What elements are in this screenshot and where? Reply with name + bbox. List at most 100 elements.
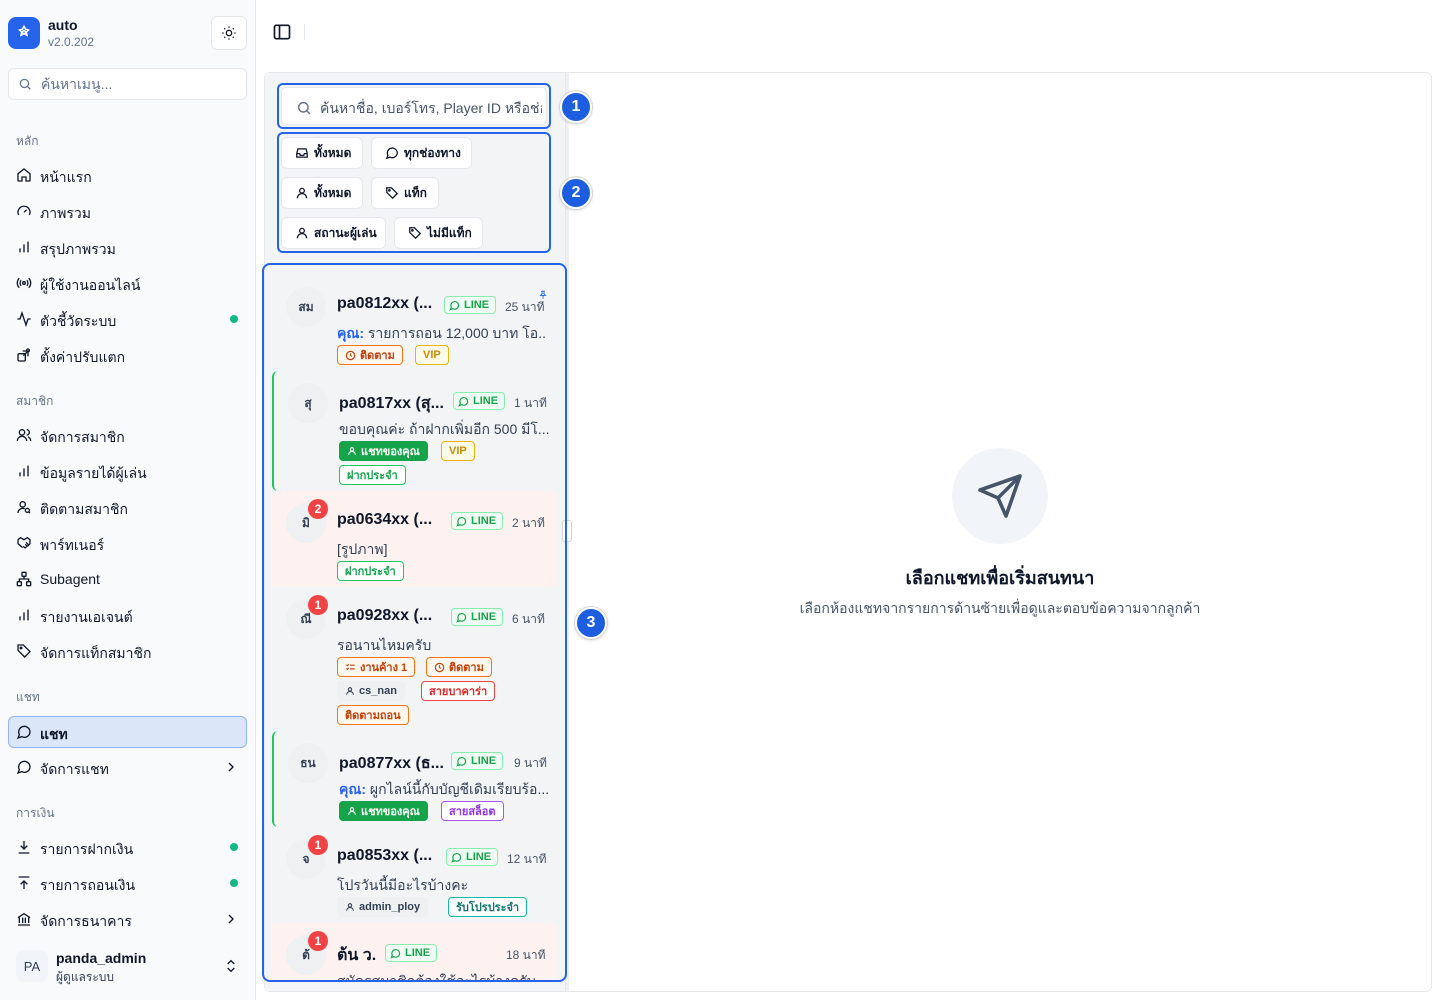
empty-state-illustration: [952, 448, 1048, 544]
filter-channel-button[interactable]: ทุกช่องทาง: [371, 137, 472, 169]
tag-your-chat: แชทของคุณ: [339, 801, 428, 821]
preview-text: รายการถอน 12,000 บาท โอ...: [367, 325, 547, 341]
filter-player-status-button[interactable]: สถานะผู้เล่น: [281, 217, 386, 249]
sidebar-item-banks[interactable]: จัดการธนาคาร: [8, 903, 247, 935]
sidebar-item-partner[interactable]: พาร์ทเนอร์: [8, 527, 247, 559]
tag-icon: [409, 227, 422, 240]
sidebar-item-label: แชท: [40, 726, 68, 742]
sidebar-item-settings[interactable]: ตั้งค่าปรับแตก: [8, 339, 247, 371]
chevrons-up-down-icon: [227, 959, 235, 973]
filter-assignee-button[interactable]: ทั้งหมด: [281, 177, 363, 209]
unread-badge: 2: [308, 499, 328, 519]
sidebar-item-subagent[interactable]: Subagent: [8, 563, 247, 595]
user-icon: [348, 807, 356, 815]
chevron-right-icon: [228, 914, 234, 924]
chat-list-item[interactable]: จ 1 pa0853xx (... LINE 12 นาที โปรวันนี้…: [272, 827, 557, 923]
tag-regular-deposit: ฝากประจำ: [337, 561, 404, 581]
chat-list-item[interactable]: ธน pa0877xx (ธ... LINE 9 นาที คุณ: ผูกไล…: [272, 731, 557, 827]
avatar: ธน: [288, 743, 328, 783]
sidebar-item-label: จัดการแท็กสมาชิก: [40, 645, 152, 661]
sidebar-item-label: จัดการธนาคาร: [40, 913, 132, 929]
search-icon: [297, 101, 311, 115]
sidebar-item-manage-chat[interactable]: จัดการแชท: [8, 751, 247, 783]
chat-list-item[interactable]: ต้ 1 ต้น ว. LINE 18 นาที สมัครสมาชิกต้อง…: [272, 923, 557, 980]
tag-follow-withdraw: ติดตามถอน: [337, 705, 409, 725]
sidebar-item-player-income[interactable]: ข้อมูลรายได้ผู้เล่น: [8, 455, 247, 487]
sidebar-item-agent-report[interactable]: รายงานเอเจนต์: [8, 599, 247, 631]
section-title-main: หลัก: [16, 134, 39, 148]
preview-text: ผูกไลน์นี้กับบัญชีเดิมเรียบร้อ...: [369, 781, 549, 797]
filter-label: ทั้งหมด: [314, 185, 352, 200]
toolbar-separator: [304, 24, 305, 40]
chat-list-item[interactable]: สุ pa0817xx (สุ... LINE 1 นาที ขอบคุณค่ะ…: [272, 371, 557, 491]
user-name: panda_admin: [56, 950, 147, 966]
chat-name: pa0928xx (...: [337, 607, 433, 624]
user-search-icon: [17, 501, 31, 514]
message-circle-icon: [456, 612, 467, 623]
channel-badge: LINE: [385, 944, 438, 962]
filter-tag-button[interactable]: แท็ก: [371, 177, 439, 209]
sidebar-item-label: ตัวชี้วัดระบบ: [40, 313, 117, 329]
chat-list-item[interactable]: สม pa0812xx (... LINE 25 นาที คุณ: รายกา…: [272, 271, 557, 365]
message-circle-icon: [451, 852, 462, 863]
online-status-dot: [230, 879, 238, 887]
gauge-icon: [17, 205, 31, 216]
unread-badge: 1: [308, 931, 328, 951]
chat-preview: คุณ: ผูกไลน์นี้กับบัญชีเดิมเรียบร้อ...: [339, 779, 549, 801]
sidebar-item-manage-members[interactable]: จัดการสมาชิก: [8, 419, 247, 451]
menu-search-input[interactable]: [41, 74, 241, 94]
sidebar-item-label: Subagent: [40, 571, 100, 587]
message-circle-icon: [449, 300, 460, 311]
sidebar-item-system-metrics[interactable]: ตัวชี้วัดระบบ: [8, 303, 247, 335]
chat-search-input[interactable]: [320, 98, 542, 118]
sidebar-item-member-tags[interactable]: จัดการแท็กสมาชิก: [8, 635, 247, 667]
sidebar-item-home[interactable]: หน้าแรก: [8, 159, 247, 191]
tag-regular-promo: รับโปรประจำ: [448, 897, 528, 917]
filter-status-all-button[interactable]: ทั้งหมด: [281, 137, 363, 169]
menu-search[interactable]: [8, 68, 247, 100]
bar-chart-icon: [19, 609, 29, 621]
online-status-dot: [230, 843, 238, 851]
tag-slot: สายสล็อต: [441, 801, 504, 821]
sidebar-item-withdrawals[interactable]: รายการถอนเงิน: [8, 867, 247, 899]
sidebar-item-deposits[interactable]: รายการฝากเงิน: [8, 831, 247, 863]
chat-name: pa0853xx (...: [337, 847, 433, 864]
tag-assignee: cs_nan: [337, 681, 405, 701]
message-circle-icon: [458, 396, 469, 407]
tag-pending-task: งานค้าง 1: [337, 657, 416, 677]
filter-no-tag-button[interactable]: ไม่มีแท็ก: [394, 217, 483, 249]
sidebar-item-label: รายการฝากเงิน: [40, 841, 134, 857]
chat-time: 12 นาที: [507, 852, 547, 866]
user-menu[interactable]: PA panda_admin ผู้ดูแลระบบ: [8, 942, 247, 990]
you-prefix: คุณ:: [339, 781, 367, 797]
sidebar-item-overview[interactable]: ภาพรวม: [8, 195, 247, 227]
sidebar-item-label: จัดการแชท: [40, 761, 109, 777]
chat-name: pa0634xx (...: [337, 511, 433, 528]
filter-label: ทั้งหมด: [314, 145, 352, 160]
sidebar-item-label: พาร์ทเนอร์: [40, 537, 105, 553]
sidebar-item-label: ติดตามสมาชิก: [40, 501, 128, 517]
brand: auto v2.0.202: [8, 16, 248, 52]
clock-icon: [345, 350, 356, 360]
panel-left-icon: [273, 24, 291, 40]
sidebar-item-track-members[interactable]: ติดตามสมาชิก: [8, 491, 247, 523]
sidebar-item-summary[interactable]: สรุปภาพรวม: [8, 231, 247, 263]
tag-vip: VIP: [415, 345, 449, 365]
send-icon: [978, 474, 1022, 518]
chat-search[interactable]: [281, 87, 547, 125]
chat-time: 1 นาที: [514, 396, 547, 410]
theme-toggle-button[interactable]: [211, 16, 247, 50]
chat-list-item[interactable]: มิ 2 pa0634xx (... LINE 2 นาที [รูปภาพ] …: [272, 491, 557, 587]
filter-label: สถานะผู้เล่น: [314, 225, 377, 240]
sidebar-item-label: ภาพรวม: [40, 205, 91, 221]
sidebar-item-chat[interactable]: แชท: [8, 716, 247, 748]
sidebar-item-online-users[interactable]: ผู้ใช้งานออนไลน์: [8, 267, 247, 299]
sidebar-item-label: ตั้งค่าปรับแตก: [40, 349, 126, 365]
tag-follow: ติดตาม: [337, 345, 403, 365]
avatar: PA: [16, 950, 48, 982]
message-circle-icon: [456, 516, 467, 527]
chat-list-item[interactable]: ณี 1 pa0928xx (... LINE 6 นาที รอนานไหมค…: [272, 587, 557, 727]
user-icon: [348, 447, 356, 455]
sidebar-toggle-button[interactable]: [272, 22, 292, 42]
channel-label: LINE: [471, 755, 497, 767]
